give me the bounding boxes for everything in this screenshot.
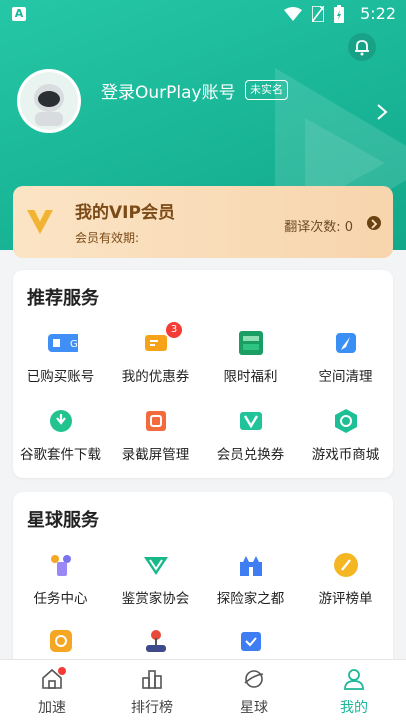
service-review-ranking[interactable]: 游评榜单 (298, 552, 393, 612)
vip-arrow-icon[interactable] (367, 216, 381, 230)
vip-title: 我的VIP会员 (75, 203, 175, 223)
no-sim-icon (312, 6, 324, 22)
service-screen-record[interactable]: 录截屏管理 (108, 408, 203, 468)
section-title: 星球服务 (27, 510, 99, 531)
review-ranking-icon (334, 553, 358, 577)
service-purchased-account[interactable]: G 已购买账号 (13, 330, 108, 390)
calendar-check-icon (241, 632, 261, 651)
service-space-cleanup[interactable]: 空间清理 (298, 330, 393, 390)
verify-status-badge: 未实名 (245, 80, 288, 100)
astronaut-avatar-icon (20, 72, 78, 130)
task-center-icon (51, 555, 71, 576)
service-vip-voucher[interactable]: 会员兑换券 (203, 408, 298, 468)
explorer-capital-icon (240, 556, 262, 576)
ranking-icon (142, 670, 162, 689)
box-icon (50, 630, 72, 652)
limited-welfare-icon (239, 331, 263, 355)
notification-dot (58, 667, 66, 675)
coupon-count-badge: 3 (166, 322, 182, 338)
battery-charging-icon (334, 5, 344, 23)
vip-membership-card[interactable]: 我的VIP会员 会员有效期: 翻译次数: 0 (13, 186, 393, 258)
svg-text:G: G (70, 339, 78, 350)
service-limited-welfare[interactable]: 限时福利 (203, 330, 298, 390)
login-link[interactable]: 登录OurPlay账号 (101, 78, 236, 103)
planet-services-card: 星球服务 任务中心 鉴赏家协会 探险家之都 游评榜单 (13, 492, 393, 672)
joystick-icon (146, 630, 166, 652)
app-notification-icon: A (12, 7, 26, 21)
service-google-suite[interactable]: 谷歌套件下载 (13, 408, 108, 468)
service-game-coin-mall[interactable]: 游戏币商城 (298, 408, 393, 468)
translate-count: 翻译次数: 0 (284, 220, 353, 235)
service-explorer-capital[interactable]: 探险家之都 (203, 552, 298, 612)
vip-crown-icon (27, 209, 53, 234)
notification-bell-button[interactable] (348, 33, 376, 61)
wifi-icon (284, 7, 302, 21)
screen-record-icon (146, 411, 166, 431)
profile-icon (344, 669, 364, 690)
service-coupon[interactable]: 3 我的优惠券 (108, 322, 203, 390)
coupon-icon (145, 335, 167, 351)
google-suite-download-icon (50, 410, 72, 432)
tab-accelerate[interactable]: 加速 (2, 660, 102, 722)
space-cleanup-icon (336, 333, 356, 353)
planet-icon (244, 670, 264, 688)
section-title: 推荐服务 (27, 288, 99, 309)
bottom-tab-bar: 加速 排行榜 星球 我的 (0, 659, 406, 722)
tab-planet[interactable]: 星球 (204, 660, 304, 722)
vip-expiry-label: 会员有效期: (75, 231, 140, 245)
service-connoisseur[interactable]: 鉴赏家协会 (108, 552, 203, 612)
service-task-center[interactable]: 任务中心 (13, 552, 108, 612)
purchased-account-icon: G (48, 334, 78, 352)
vip-voucher-icon (240, 412, 262, 430)
avatar[interactable] (17, 69, 81, 133)
recommended-services-card: 推荐服务 G 已购买账号 3 我的优惠券 限时福利 空间清理 谷歌套件下载 录截… (13, 270, 393, 478)
status-time: 5:22 (360, 4, 396, 23)
game-coin-mall-icon (335, 409, 357, 433)
bell-icon (355, 40, 369, 56)
chevron-right-icon[interactable] (376, 103, 388, 121)
tab-mine[interactable]: 我的 (304, 660, 404, 722)
connoisseur-association-icon (144, 557, 168, 575)
status-bar: A 5:22 (0, 0, 406, 30)
tab-ranking[interactable]: 排行榜 (102, 660, 202, 722)
